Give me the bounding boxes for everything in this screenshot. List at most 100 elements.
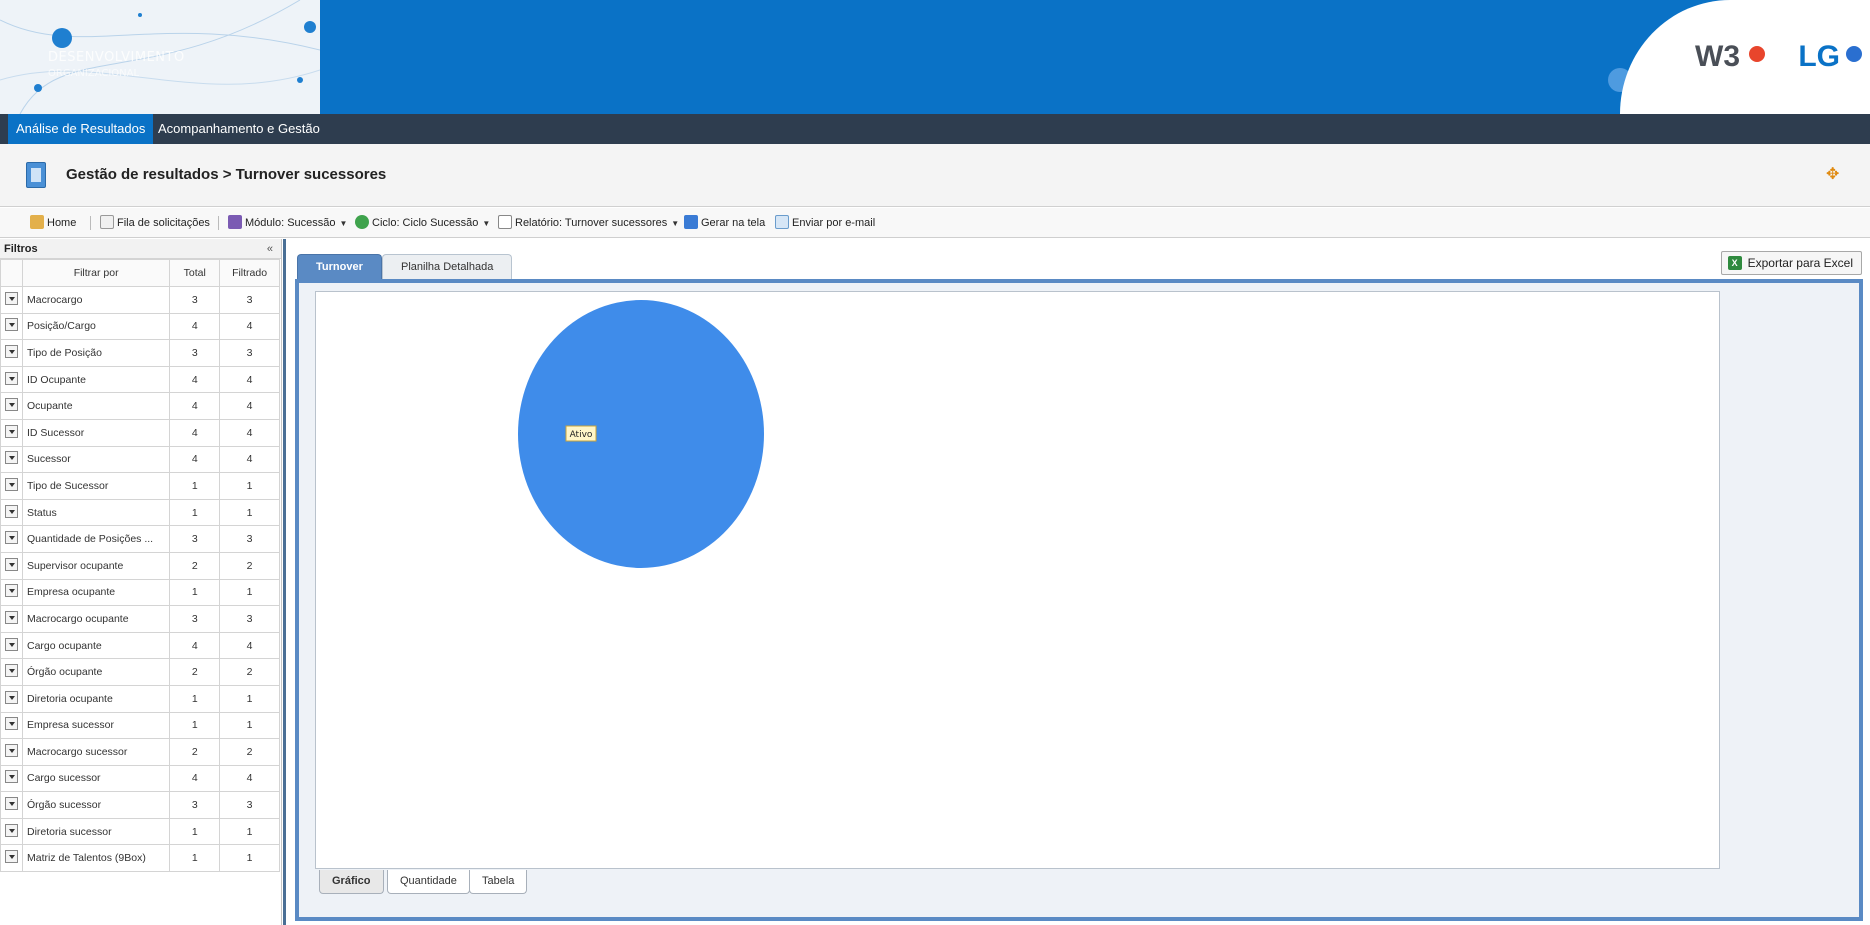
dropdown-icon[interactable]: [5, 584, 18, 598]
filter-row[interactable]: Status 1 1: [0, 498, 280, 527]
dropdown-icon[interactable]: [5, 690, 18, 704]
report-dropdown[interactable]: Relatório: Turnover sucessores ▼: [498, 214, 679, 232]
subtab-grafico[interactable]: Gráfico: [319, 870, 384, 894]
filter-dropdown-cell[interactable]: [0, 392, 23, 420]
dropdown-icon[interactable]: [5, 398, 18, 412]
filter-dropdown-cell[interactable]: [0, 658, 23, 686]
filter-dropdown-cell[interactable]: [0, 551, 23, 580]
dropdown-icon[interactable]: [5, 637, 18, 651]
filter-dropdown-cell[interactable]: [0, 472, 23, 500]
filter-dropdown-cell[interactable]: [0, 418, 23, 447]
filter-dropdown-header: [0, 259, 23, 287]
filter-dropdown-cell[interactable]: [0, 817, 23, 846]
filter-dropdown-cell[interactable]: [0, 844, 23, 873]
subtab-tabela[interactable]: Tabela: [469, 870, 528, 894]
subtab-quantidade[interactable]: Quantidade: [387, 870, 470, 894]
filter-row[interactable]: Quantidade de Posições ... 3 3: [0, 525, 280, 553]
filter-row[interactable]: Órgão ocupante 2 2: [0, 658, 280, 686]
move-icon[interactable]: ✥: [1826, 166, 1842, 182]
page-title: Gestão de resultados > Turnover sucessor…: [66, 166, 387, 183]
menu-analise-resultados[interactable]: Análise de Resultados: [8, 114, 154, 144]
dropdown-icon[interactable]: [5, 451, 18, 465]
filter-row[interactable]: ID Ocupante 4 4: [0, 365, 280, 394]
dropdown-icon[interactable]: [5, 477, 18, 491]
filter-dropdown-cell[interactable]: [0, 498, 23, 527]
filter-label: Macrocargo: [21, 286, 171, 314]
dropdown-icon[interactable]: [5, 344, 18, 358]
request-queue-button[interactable]: Fila de solicitações: [100, 214, 210, 232]
filter-row[interactable]: Macrocargo 3 3: [0, 286, 280, 314]
filter-dropdown-cell[interactable]: [0, 631, 23, 660]
dropdown-icon[interactable]: [5, 531, 18, 545]
tab-turnover[interactable]: Turnover: [297, 254, 382, 279]
tab-planilha-detalhada[interactable]: Planilha Detalhada: [382, 254, 513, 279]
filter-row[interactable]: Sucessor 4 4: [0, 445, 280, 474]
dropdown-icon[interactable]: [5, 291, 18, 305]
filter-dropdown-cell[interactable]: [0, 578, 23, 607]
menu-acompanhamento-gestao[interactable]: Acompanhamento e Gestão: [150, 114, 328, 144]
filter-row[interactable]: Supervisor ocupante 2 2: [0, 551, 280, 580]
filter-by-header: Filtrar por: [21, 259, 171, 287]
filter-row[interactable]: Cargo sucessor 4 4: [0, 764, 280, 793]
filter-row[interactable]: Macrocargo sucessor 2 2: [0, 738, 280, 766]
dropdown-icon[interactable]: [5, 797, 18, 811]
pie-slice[interactable]: [518, 300, 764, 568]
filter-label: Empresa ocupante: [21, 578, 171, 607]
filter-filtered: 3: [219, 791, 280, 819]
cycle-dropdown[interactable]: Ciclo: Ciclo Sucessão ▼: [355, 214, 490, 232]
filter-label: Tipo de Sucessor: [21, 472, 171, 500]
filter-filtered: 3: [219, 339, 280, 367]
filter-dropdown-cell[interactable]: [0, 791, 23, 819]
dropdown-icon[interactable]: [5, 504, 18, 518]
filter-dropdown-cell[interactable]: [0, 365, 23, 394]
generate-screen-button[interactable]: Gerar na tela: [684, 214, 765, 232]
filter-dropdown-cell[interactable]: [0, 684, 23, 713]
send-email-button[interactable]: Enviar por e-mail: [775, 214, 875, 232]
dropdown-icon[interactable]: [5, 371, 18, 385]
filter-row[interactable]: Cargo ocupante 4 4: [0, 631, 280, 660]
filter-dropdown-cell[interactable]: [0, 711, 23, 740]
filter-dropdown-cell[interactable]: [0, 525, 23, 553]
dropdown-icon[interactable]: [5, 850, 18, 864]
dropdown-icon[interactable]: [5, 318, 18, 332]
filter-label: Empresa sucessor: [21, 711, 171, 740]
filter-row[interactable]: Diretoria sucessor 1 1: [0, 817, 280, 846]
filter-row[interactable]: Ocupante 4 4: [0, 392, 280, 420]
panel-splitter[interactable]: [283, 239, 286, 925]
filter-row[interactable]: Matriz de Talentos (9Box) 1 1: [0, 844, 280, 873]
filter-dropdown-cell[interactable]: [0, 445, 23, 474]
filter-dropdown-cell[interactable]: [0, 764, 23, 793]
dropdown-icon[interactable]: [5, 823, 18, 837]
filter-row[interactable]: Empresa ocupante 1 1: [0, 578, 280, 607]
filter-row[interactable]: Macrocargo ocupante 3 3: [0, 605, 280, 633]
filter-dropdown-cell[interactable]: [0, 605, 23, 633]
dropdown-icon[interactable]: [5, 664, 18, 678]
filter-row[interactable]: Tipo de Sucessor 1 1: [0, 472, 280, 500]
export-excel-button[interactable]: X Exportar para Excel: [1720, 251, 1862, 275]
dropdown-icon[interactable]: [5, 557, 18, 571]
filter-dropdown-cell[interactable]: [0, 312, 23, 341]
filter-row[interactable]: Diretoria ocupante 1 1: [0, 684, 280, 713]
pie-label-text: Ativo: [570, 430, 593, 440]
collapse-icon[interactable]: «: [267, 239, 273, 259]
filter-label: Órgão ocupante: [21, 658, 171, 686]
dropdown-icon[interactable]: [5, 770, 18, 784]
filter-filtered: 2: [219, 738, 280, 766]
module-dropdown[interactable]: Módulo: Sucessão ▼: [228, 214, 347, 232]
main-menu: Análise de Resultados Acompanhamento e G…: [0, 114, 1870, 144]
filter-dropdown-cell[interactable]: [0, 738, 23, 766]
filter-row[interactable]: Tipo de Posição 3 3: [0, 339, 280, 367]
filter-row[interactable]: ID Sucessor 4 4: [0, 418, 280, 447]
home-button[interactable]: Home: [30, 214, 76, 232]
dropdown-icon[interactable]: [5, 424, 18, 438]
filter-total: 2: [169, 738, 221, 766]
dropdown-icon[interactable]: [5, 743, 18, 757]
dropdown-icon[interactable]: [5, 610, 18, 624]
filter-dropdown-cell[interactable]: [0, 339, 23, 367]
filter-row[interactable]: Posição/Cargo 4 4: [0, 312, 280, 341]
dropdown-icon[interactable]: [5, 717, 18, 731]
filter-row[interactable]: Órgão sucessor 3 3: [0, 791, 280, 819]
chevron-down-icon: ▼: [339, 219, 348, 228]
filter-dropdown-cell[interactable]: [0, 286, 23, 314]
filter-row[interactable]: Empresa sucessor 1 1: [0, 711, 280, 740]
